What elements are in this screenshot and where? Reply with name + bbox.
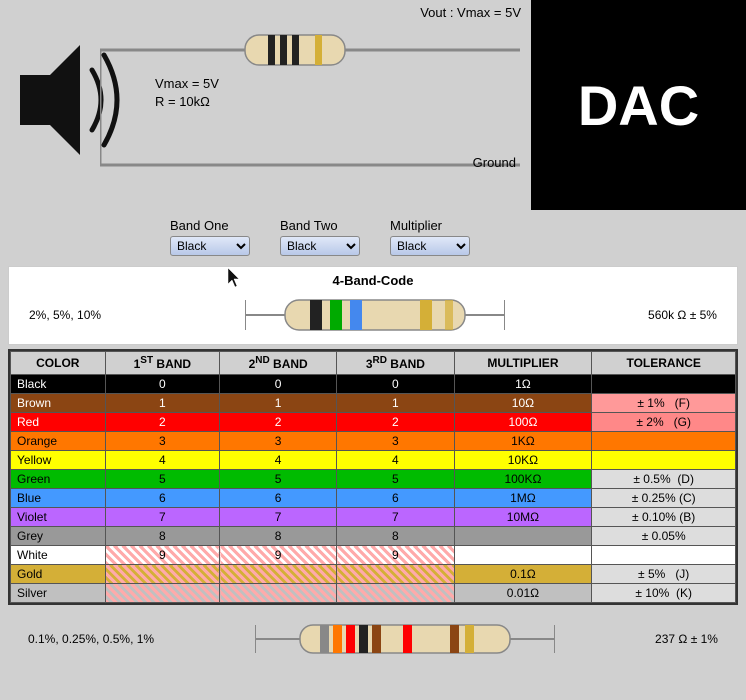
band-one-group: Band One Black Brown Red Orange Yellow G… xyxy=(170,218,250,256)
table-row: White 9 9 9 xyxy=(11,546,736,565)
bottom-section: 0.1%, 0.25%, 0.5%, 1% 237 Ω ± 1% xyxy=(8,609,738,669)
table-row: Red 2 2 2 100Ω ± 2% (G) xyxy=(11,413,736,432)
table-row: Violet 7 7 7 10MΩ ± 0.10% (B) xyxy=(11,508,736,527)
diagram-left-label: 2%, 5%, 10% xyxy=(29,308,101,322)
diagram-right-label: 560k Ω ± 5% xyxy=(648,308,717,322)
color-table-wrapper: COLOR 1ST BAND 2ND BAND 3RD BAND MULTIPL… xyxy=(8,349,738,605)
table-row: Grey 8 8 8 ± 0.05% xyxy=(11,527,736,546)
ground-label: Ground xyxy=(473,155,516,170)
col-color: COLOR xyxy=(11,352,106,375)
col-tol: TOLERANCE xyxy=(592,352,736,375)
col-b1: 1ST BAND xyxy=(105,352,219,375)
col-mult: MULTIPLIER xyxy=(454,352,592,375)
band-two-group: Band Two Black Brown Red xyxy=(280,218,360,256)
col-b2: 2ND BAND xyxy=(220,352,337,375)
color-table: COLOR 1ST BAND 2ND BAND 3RD BAND MULTIPL… xyxy=(10,351,736,603)
band-code-title: 4-Band-Code xyxy=(19,273,727,288)
table-row: Blue 6 6 6 1MΩ ± 0.25% (C) xyxy=(11,489,736,508)
vout-label: Vout : Vmax = 5V xyxy=(420,5,521,20)
multiplier-select[interactable]: Black Brown Red xyxy=(390,236,470,256)
band-one-select[interactable]: Black Brown Red Orange Yellow Green Blue… xyxy=(170,236,250,256)
multiplier-group: Multiplier Black Brown Red xyxy=(390,218,470,256)
table-row: Black 0 0 0 1Ω xyxy=(11,375,736,394)
band-selector-row: Band One Black Brown Red Orange Yellow G… xyxy=(0,210,746,262)
col-b3: 3RD BAND xyxy=(337,352,454,375)
bottom-right-label: 237 Ω ± 1% xyxy=(655,632,718,646)
bottom-left-label: 0.1%, 0.25%, 0.5%, 1% xyxy=(28,632,154,646)
table-row: Green 5 5 5 100KΩ ± 0.5% (D) xyxy=(11,470,736,489)
dac-label: DAC xyxy=(578,73,699,138)
multiplier-label: Multiplier xyxy=(390,218,442,233)
bottom-resistor-svg xyxy=(255,617,555,661)
band-two-select[interactable]: Black Brown Red xyxy=(280,236,360,256)
dac-box: DAC xyxy=(531,0,746,210)
table-row: Yellow 4 4 4 10KΩ xyxy=(11,451,736,470)
vmax-label: Vmax = 5V R = 10kΩ xyxy=(155,75,219,111)
band-two-label: Band Two xyxy=(280,218,338,233)
resistor-diagram-section: 4-Band-Code 2%, 5%, 10% 560k Ω ± 5% xyxy=(8,266,738,345)
resistor-svg xyxy=(245,290,505,340)
table-row: Orange 3 3 3 1KΩ xyxy=(11,432,736,451)
cursor-arrow xyxy=(228,268,244,288)
table-row: Silver 0.01Ω ± 10% (K) xyxy=(11,584,736,603)
resistor-diagram-row: 2%, 5%, 10% 560k Ω ± 5% xyxy=(19,290,727,340)
circuit-diagram: Vout : Vmax = 5V Vmax = 5V R = 10kΩ Grou… xyxy=(0,0,746,210)
band-one-label: Band One xyxy=(170,218,229,233)
table-row: Brown 1 1 1 10Ω ± 1% (F) xyxy=(11,394,736,413)
table-row: Gold 0.1Ω ± 5% (J) xyxy=(11,565,736,584)
